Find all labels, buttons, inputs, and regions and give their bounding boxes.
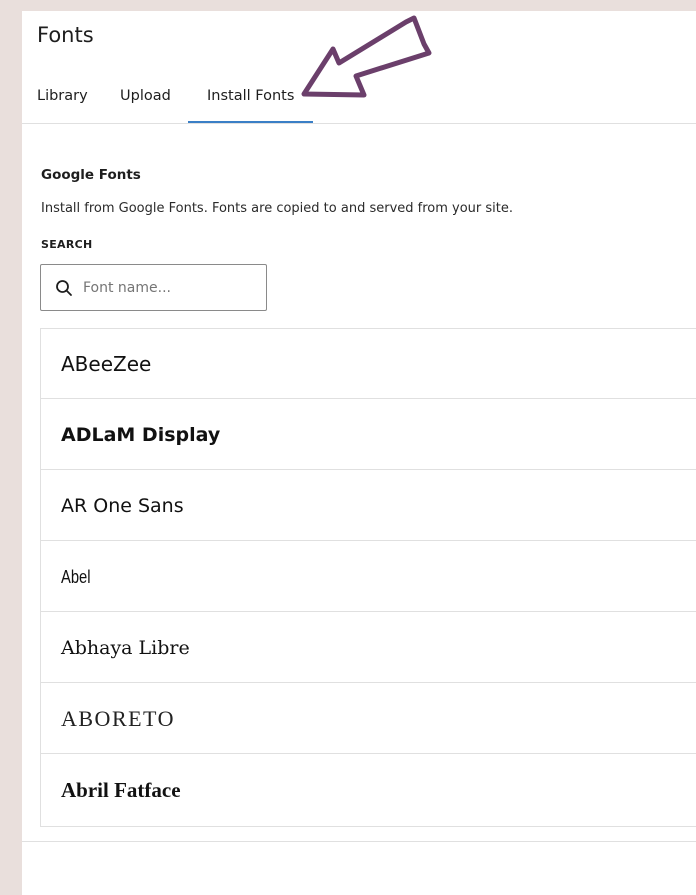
- section-title: Google Fonts: [41, 167, 141, 183]
- search-field[interactable]: [40, 264, 267, 311]
- tab-bar: Library Upload Install Fonts: [22, 73, 696, 123]
- font-name: AR One Sans: [61, 495, 184, 517]
- font-list: ABeeZee ADLaM Display AR One Sans Abel A…: [40, 328, 696, 827]
- font-name: ADLaM Display: [61, 424, 221, 446]
- font-name: Abel: [61, 567, 91, 587]
- panel-title: Fonts: [37, 23, 94, 47]
- tab-install-fonts[interactable]: Install Fonts: [188, 73, 314, 123]
- font-row-abeezee[interactable]: ABeeZee: [41, 329, 696, 399]
- font-name: Abhaya Libre: [61, 637, 190, 659]
- search-icon: [56, 280, 72, 296]
- font-row-adlam-display[interactable]: ADLaM Display: [41, 400, 696, 470]
- bottom-divider: [22, 841, 696, 842]
- font-row-abhaya-libre[interactable]: Abhaya Libre: [41, 613, 696, 683]
- tab-library[interactable]: Library: [37, 73, 88, 121]
- font-name: ABORETO: [61, 706, 175, 731]
- font-name: ABeeZee: [61, 352, 152, 376]
- font-row-abril-fatface[interactable]: Abril Fatface: [41, 755, 696, 825]
- fonts-panel: Fonts Library Upload Install Fonts Googl…: [22, 11, 696, 895]
- tab-upload[interactable]: Upload: [120, 73, 171, 121]
- font-row-ar-one-sans[interactable]: AR One Sans: [41, 471, 696, 541]
- search-label: SEARCH: [41, 238, 93, 251]
- font-name: Abril Fatface: [61, 778, 181, 802]
- section-description: Install from Google Fonts. Fonts are cop…: [41, 201, 514, 216]
- font-row-abel[interactable]: Abel: [41, 542, 696, 612]
- tabs-divider: [22, 123, 696, 124]
- search-input[interactable]: [83, 265, 258, 310]
- font-row-aboreto[interactable]: ABORETO: [41, 684, 696, 754]
